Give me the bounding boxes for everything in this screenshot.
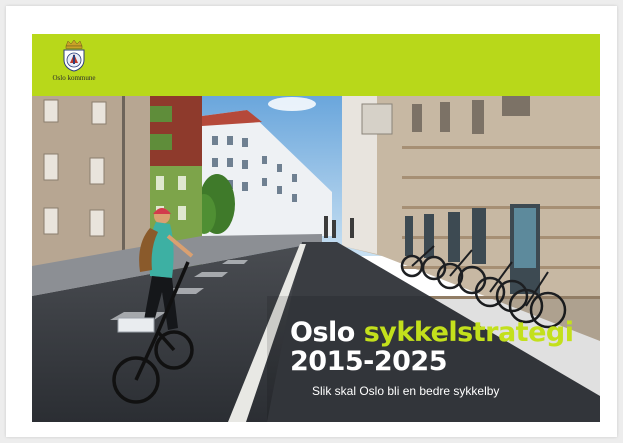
report-cover: Oslo kommune Oslo sykkelstrategi 2015-20… bbox=[32, 34, 600, 422]
document-page: Oslo kommune Oslo sykkelstrategi 2015-20… bbox=[6, 6, 617, 437]
header-band: Oslo kommune bbox=[32, 34, 600, 96]
title-city: Oslo bbox=[290, 317, 355, 348]
oslo-kommune-logo: Oslo kommune bbox=[46, 40, 102, 90]
oslo-coat-of-arms-icon bbox=[63, 40, 85, 72]
cover-title: Oslo sykkelstrategi bbox=[290, 318, 590, 347]
cover-subtitle: Slik skal Oslo bli en bedre sykkelby bbox=[312, 384, 500, 398]
title-years: 2015-2025 bbox=[290, 346, 448, 377]
cover-title-block: Oslo sykkelstrategi 2015-2025 Slik skal … bbox=[290, 318, 590, 398]
logo-text: Oslo kommune bbox=[52, 74, 96, 82]
title-strategy: sykkelstrategi bbox=[363, 317, 574, 348]
